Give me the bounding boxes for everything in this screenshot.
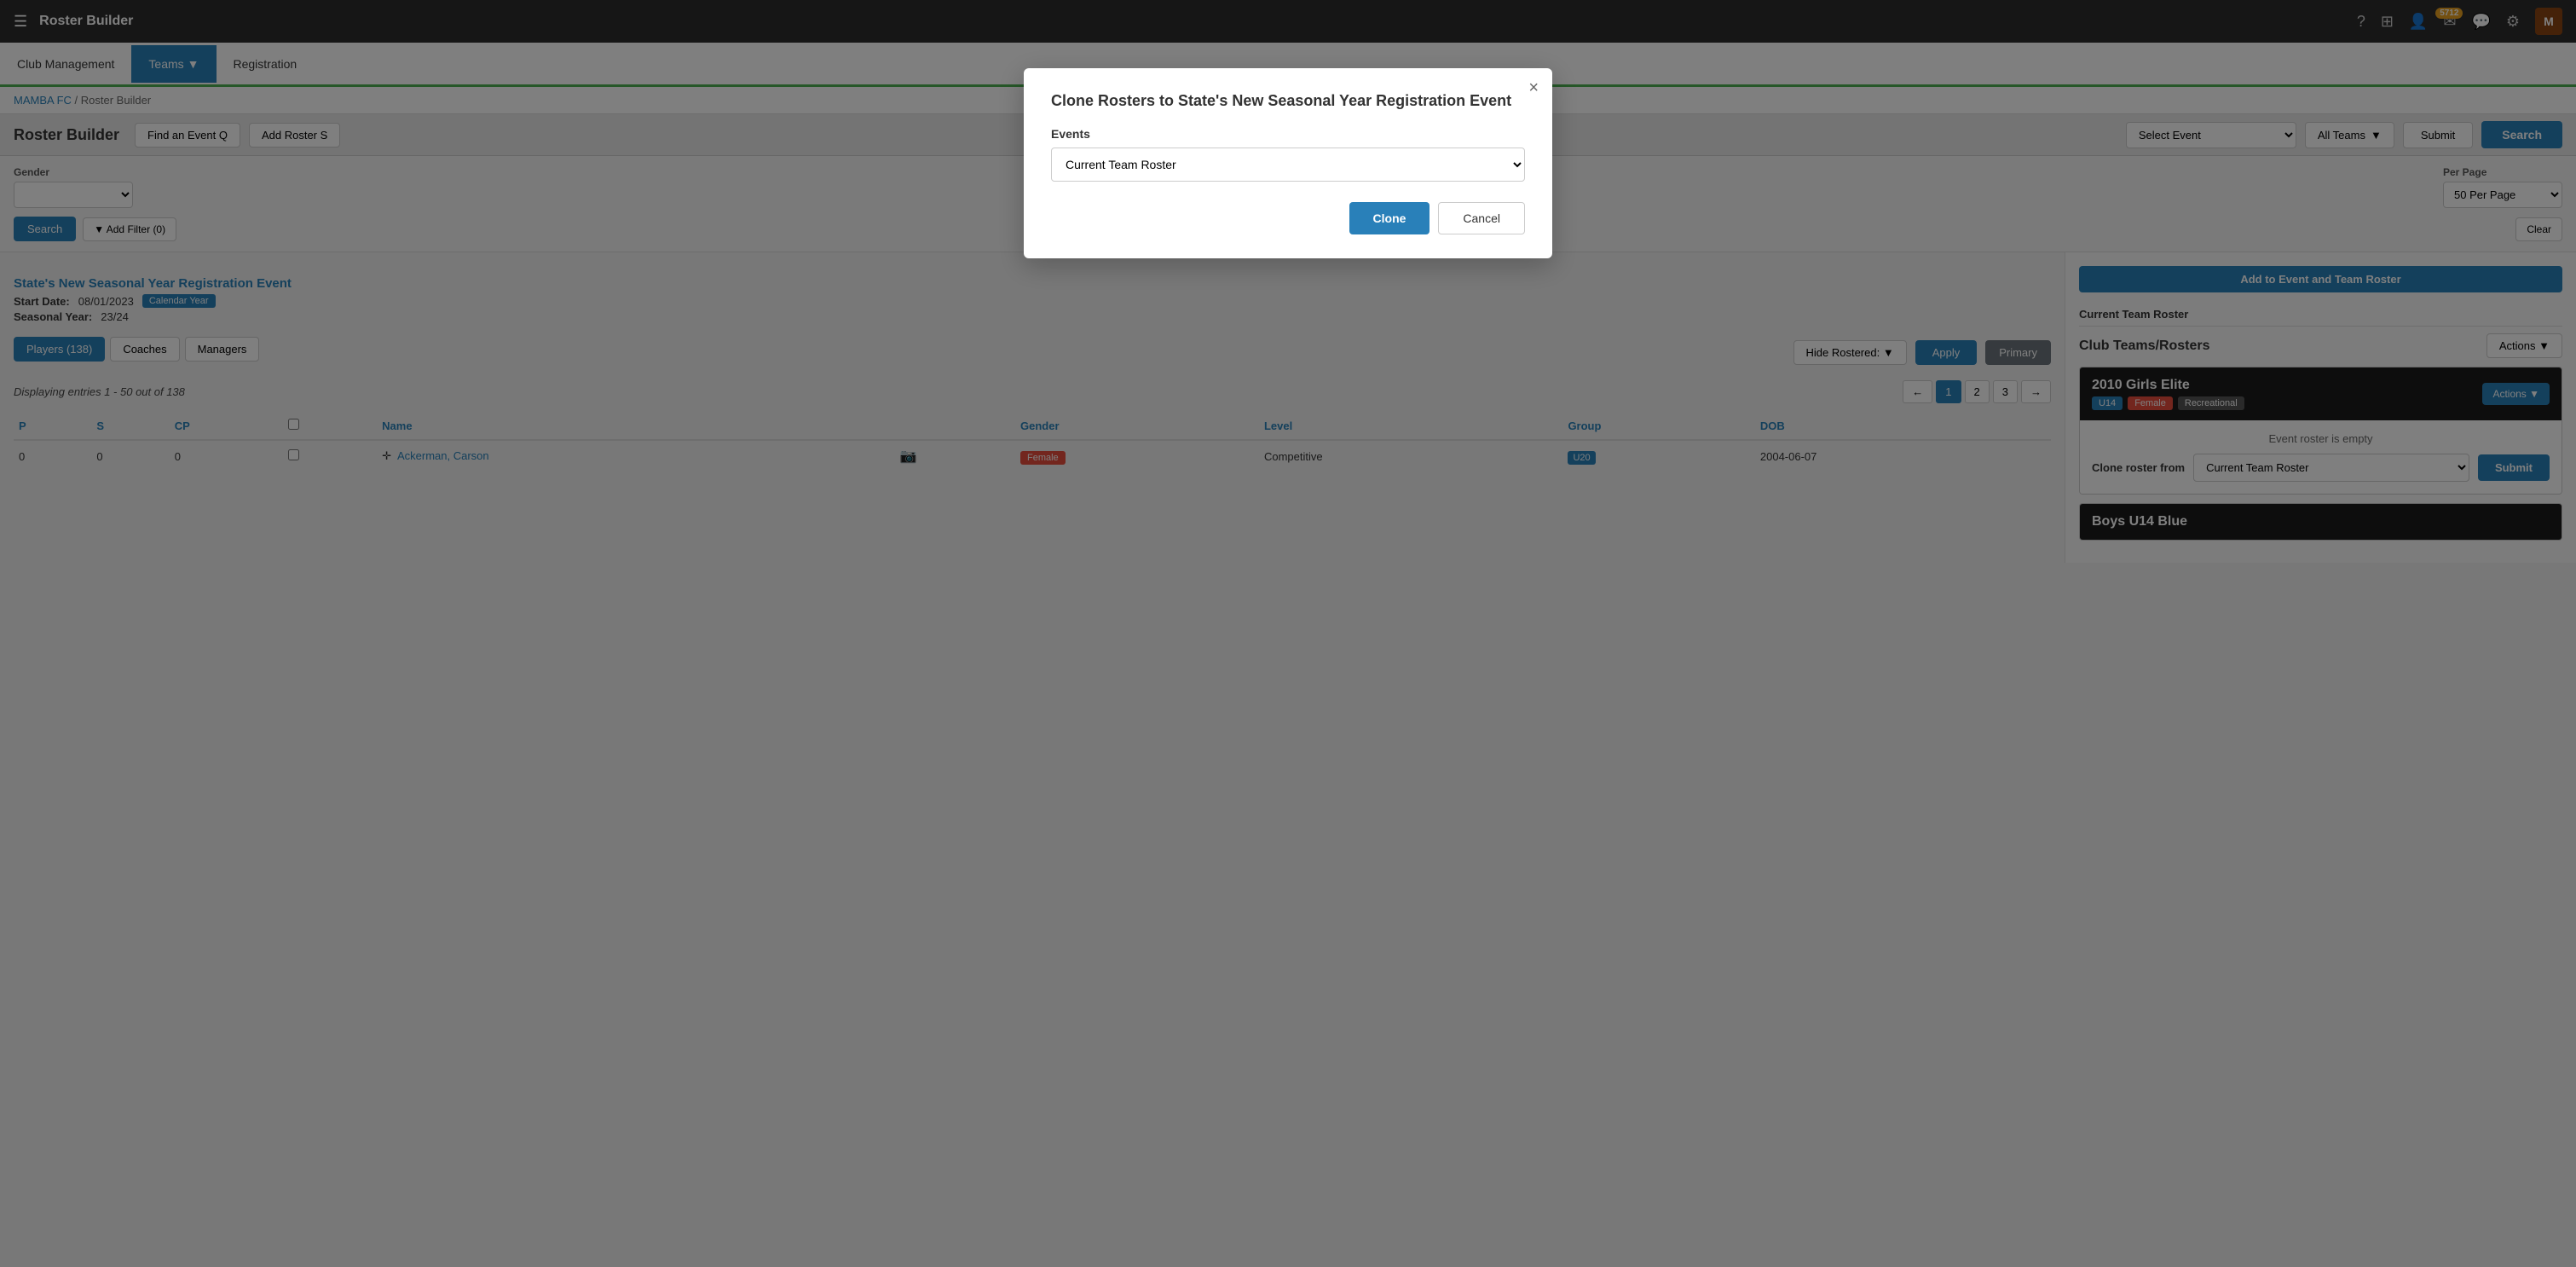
clone-button[interactable]: Clone (1349, 202, 1430, 234)
cancel-button[interactable]: Cancel (1438, 202, 1525, 234)
modal-close-button[interactable]: × (1528, 78, 1539, 98)
modal-overlay[interactable]: × Clone Rosters to State's New Seasonal … (0, 0, 2576, 1267)
modal-actions: Clone Cancel (1051, 202, 1525, 234)
clone-rosters-modal: × Clone Rosters to State's New Seasonal … (1024, 68, 1552, 258)
modal-events-select[interactable]: Current Team Roster Other Event (1051, 148, 1525, 182)
modal-events-label: Events (1051, 127, 1525, 141)
modal-title: Clone Rosters to State's New Seasonal Ye… (1051, 92, 1525, 110)
